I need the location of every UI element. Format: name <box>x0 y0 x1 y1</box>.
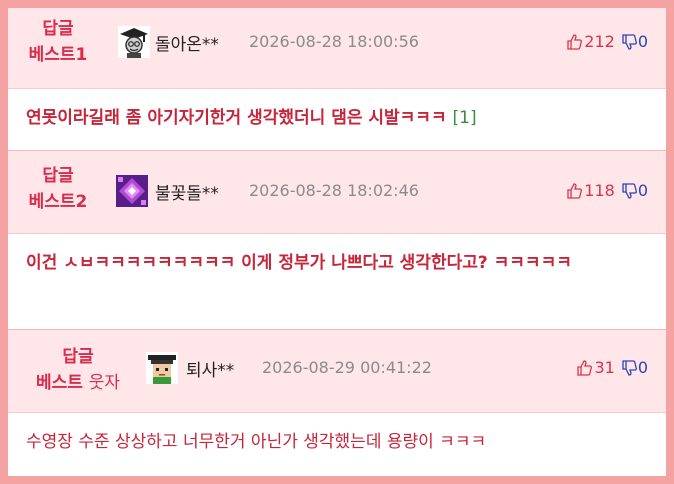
label-suffix: 웃자 <box>88 373 121 393</box>
comment-list: 답글 베스트1 돌아온** 2026-08-28 18:00:56 212 0 … <box>8 8 666 476</box>
upvote-count: 31 <box>594 358 615 377</box>
downvote-count: 0 <box>637 181 648 200</box>
upvote-count: 118 <box>584 181 615 200</box>
label-line1: 답글 <box>62 347 94 367</box>
downvote-count: 0 <box>637 358 648 377</box>
nickname[interactable]: 퇴사** <box>186 356 234 381</box>
nickname[interactable]: 불꽃돌** <box>155 179 219 204</box>
comment-header: 답글 베스트 웃자 퇴사** 2026-08-29 00:41:22 31 0 <box>8 330 666 413</box>
thumbs-up-icon[interactable] <box>566 182 583 199</box>
thumbs-up-icon[interactable] <box>566 33 583 50</box>
comment-header: 답글 베스트1 돌아온** 2026-08-28 18:00:56 212 0 <box>8 8 666 89</box>
label-line1: 답글 <box>42 19 74 39</box>
thumbs-down-icon[interactable] <box>621 182 637 199</box>
reply-count-link[interactable]: [1] <box>453 108 477 128</box>
label-line2: 베스트 <box>35 373 83 393</box>
label-line2: 베스트2 <box>28 192 88 212</box>
pixel-graduate-avatar-icon[interactable] <box>146 352 178 384</box>
best-label: 답글 베스트 웃자 <box>18 344 138 396</box>
thumbs-down-icon[interactable] <box>621 33 637 50</box>
comment-body: 수영장 수준 상상하고 너무한거 아닌가 생각했는데 용량이 ㅋㅋㅋ <box>8 413 666 476</box>
comment-date: 2026-08-28 18:02:46 <box>249 181 419 200</box>
comment-header: 답글 베스트2 불꽃돌** 2026-08-28 18:02:46 118 0 <box>8 151 666 234</box>
comment-date: 2026-08-28 18:00:56 <box>249 32 419 51</box>
best-label: 답글 베스트1 <box>18 16 98 68</box>
vote-group: 31 0 <box>576 358 648 377</box>
comment-item-1: 답글 베스트1 돌아온** 2026-08-28 18:00:56 212 0 … <box>8 8 666 151</box>
label-line1: 답글 <box>42 166 74 186</box>
vote-group: 212 0 <box>566 32 648 51</box>
thumbs-up-icon[interactable] <box>576 359 593 376</box>
nickname[interactable]: 돌아온** <box>155 30 219 55</box>
thumbs-down-icon[interactable] <box>621 359 637 376</box>
comment-body: 이건 ㅅㅂㅋㅋㅋㅋㅋㅋㅋㅋㅋ 이게 정부가 나쁘다고 생각한다고? ㅋㅋㅋㅋㅋ <box>8 234 666 330</box>
best-label: 답글 베스트2 <box>18 163 98 215</box>
comment-text: 이건 ㅅㅂㅋㅋㅋㅋㅋㅋㅋㅋㅋ 이게 정부가 나쁘다고 생각한다고? ㅋㅋㅋㅋㅋ <box>26 253 572 273</box>
vote-group: 118 0 <box>566 181 648 200</box>
label-line2: 베스트1 <box>28 45 88 65</box>
comment-text: 수영장 수준 상상하고 너무한거 아닌가 생각했는데 용량이 ㅋㅋㅋ <box>26 432 487 452</box>
comment-text-row: 연못이라길래 좀 아기자기한거 생각했더니 댐은 시발ㅋㅋㅋ [1] <box>26 103 648 133</box>
comment-date: 2026-08-29 00:41:22 <box>262 358 432 377</box>
purple-gem-avatar-icon[interactable] <box>116 175 148 207</box>
upvote-count: 212 <box>584 32 615 51</box>
downvote-count: 0 <box>637 32 648 51</box>
comment-item-3: 답글 베스트 웃자 퇴사** 2026-08-29 00:41:22 31 0 … <box>8 330 666 476</box>
comment-body: 연못이라길래 좀 아기자기한거 생각했더니 댐은 시발ㅋㅋㅋ [1] <box>8 89 666 151</box>
comment-item-2: 답글 베스트2 불꽃돌** 2026-08-28 18:02:46 118 0 … <box>8 151 666 330</box>
graduate-avatar-icon[interactable] <box>118 26 150 58</box>
comment-text: 연못이라길래 좀 아기자기한거 생각했더니 댐은 시발ㅋㅋㅋ <box>26 108 447 128</box>
